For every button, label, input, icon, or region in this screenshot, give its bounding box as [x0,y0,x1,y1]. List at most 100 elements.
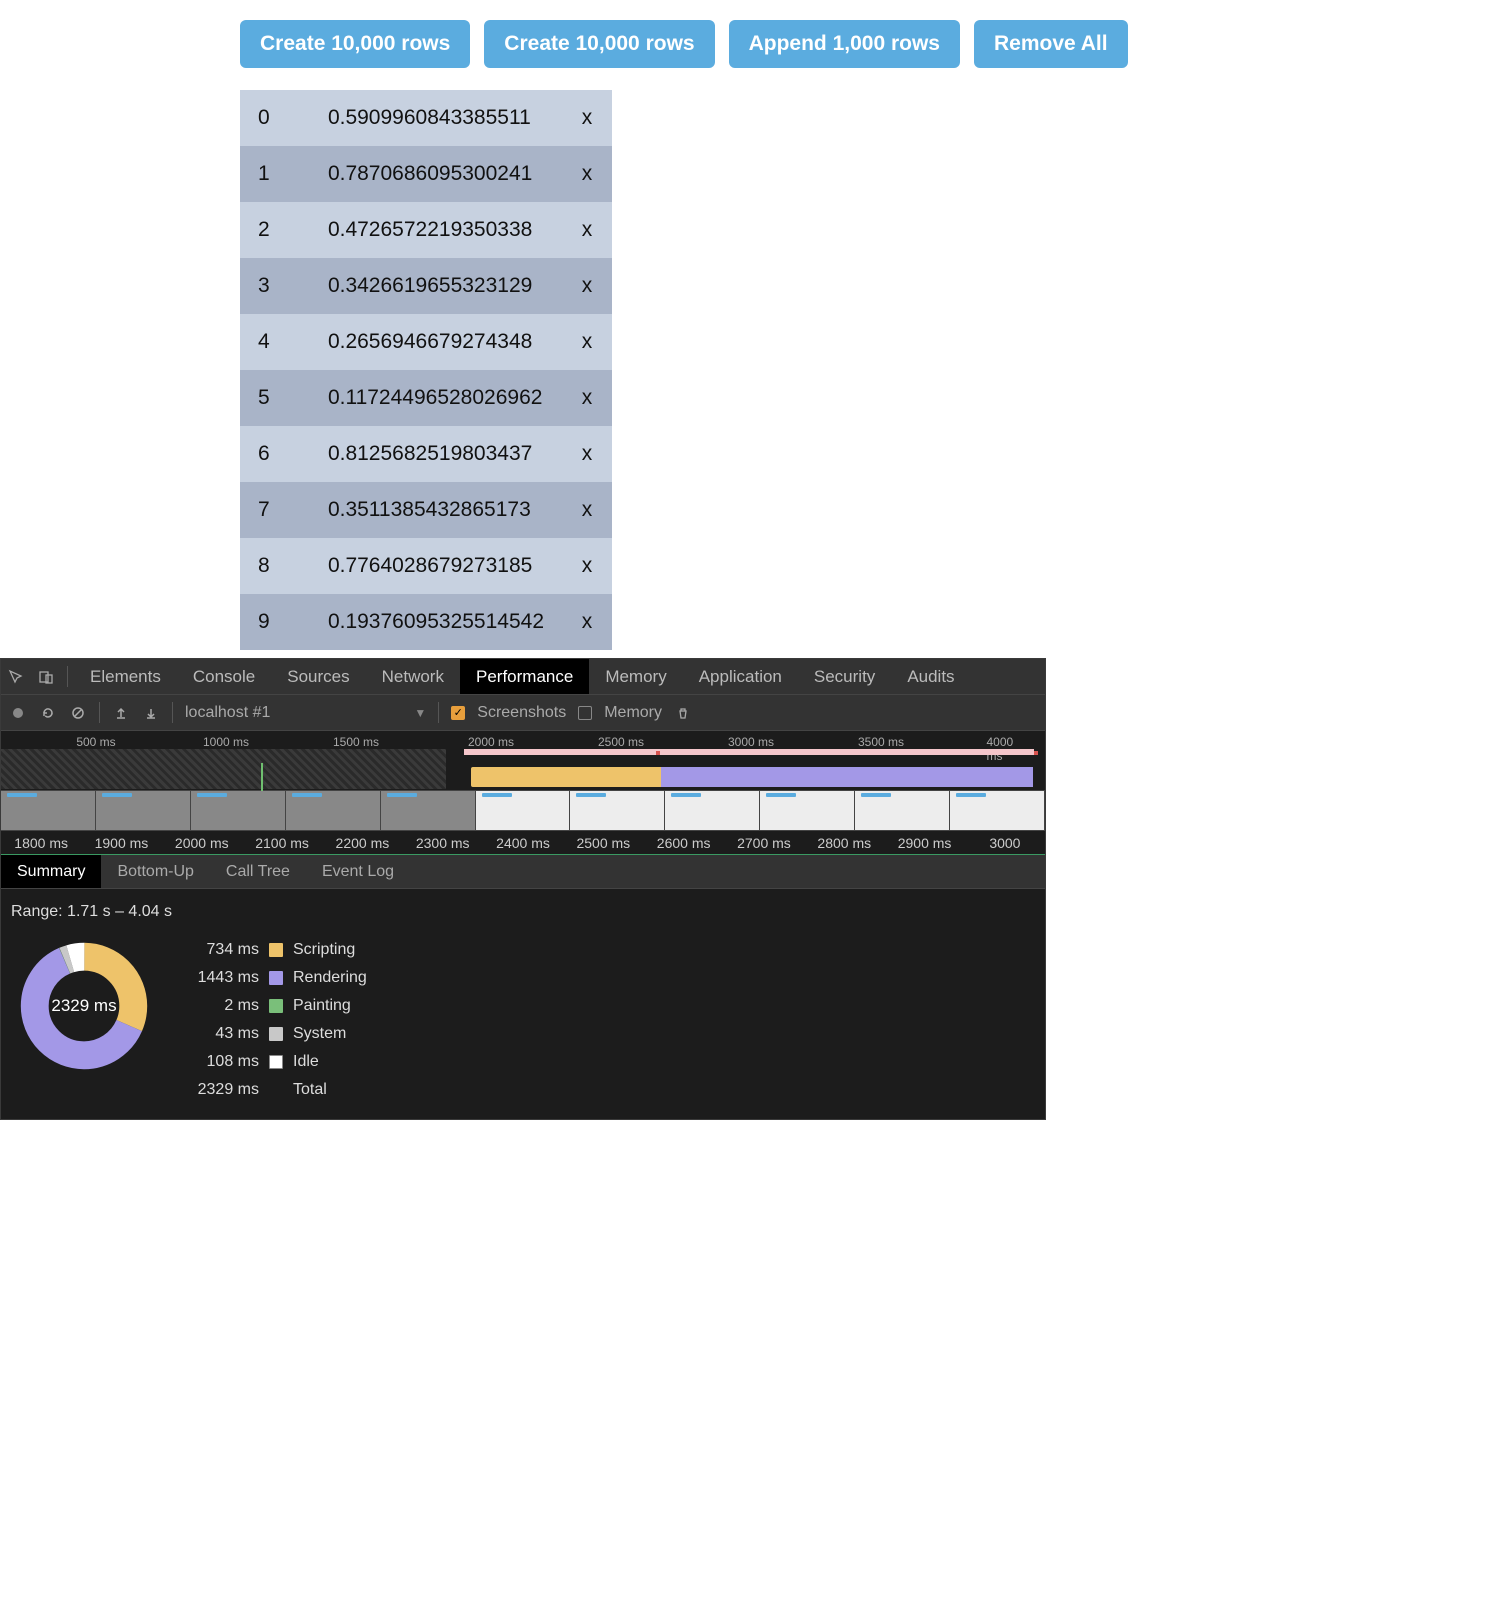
record-icon[interactable] [9,706,27,720]
filmstrip-thumbnail [576,793,606,797]
legend-value: 734 ms [189,941,259,959]
filmstrip-thumbnail [671,793,701,797]
tab-application[interactable]: Application [683,659,798,694]
row-delete-button[interactable]: x [562,482,612,538]
toolbar-separator [438,702,439,723]
overview-tick: 2000 ms [468,735,514,749]
legend-value: 2 ms [189,997,259,1015]
detail-tick: 2100 ms [242,835,322,851]
table-row: 40.2656946679274348x [240,314,612,370]
detail-tick: 2700 ms [724,835,804,851]
row-delete-button[interactable]: x [562,538,612,594]
row-index: 7 [240,482,310,538]
detail-timeline-ruler[interactable]: 1800 ms1900 ms2000 ms2100 ms2200 ms2300 … [1,831,1045,855]
filmstrip-frame [1,791,96,830]
tab-elements[interactable]: Elements [74,659,177,694]
timeline-overview[interactable]: 500 ms1000 ms1500 ms2000 ms2500 ms3000 m… [1,731,1045,791]
tab-memory[interactable]: Memory [589,659,682,694]
detail-tick: 1800 ms [1,835,81,851]
summary-tab-summary[interactable]: Summary [1,855,101,888]
filmstrip-thumbnail [956,793,986,797]
row-index: 8 [240,538,310,594]
tab-console[interactable]: Console [177,659,271,694]
legend-label: Rendering [293,969,367,987]
row-index: 5 [240,370,310,426]
reload-icon[interactable] [39,706,57,720]
summary-tab-call-tree[interactable]: Call Tree [210,855,306,888]
tab-sources[interactable]: Sources [271,659,365,694]
overview-body [1,749,1045,789]
summary-tab-bottom-up[interactable]: Bottom-Up [101,855,209,888]
row-delete-button[interactable]: x [562,314,612,370]
legend-swatch [269,971,283,985]
filmstrip-thumbnail [7,793,37,797]
remove-all-button[interactable]: Remove All [974,20,1128,68]
row-delete-button[interactable]: x [562,90,612,146]
row-delete-button[interactable]: x [562,426,612,482]
performance-toolbar: localhost #1 ▼ ✓ Screenshots Memory [1,695,1045,731]
filmstrip-thumbnail [102,793,132,797]
filmstrip-thumbnail [766,793,796,797]
detail-tick: 2900 ms [884,835,964,851]
devtools-panel: ElementsConsoleSourcesNetworkPerformance… [0,658,1046,1120]
clear-icon[interactable] [69,706,87,720]
profile-select[interactable]: localhost #1 [185,704,270,722]
overview-tick: 500 ms [76,735,115,749]
overview-tick: 3000 ms [728,735,774,749]
row-delete-button[interactable]: x [562,594,612,650]
tab-performance[interactable]: Performance [460,659,589,694]
legend-label: System [293,1025,346,1043]
create-rows-button-2[interactable]: Create 10,000 rows [484,20,714,68]
filmstrip-frame [950,791,1045,830]
profile-dropdown-icon[interactable]: ▼ [414,706,426,720]
tab-audits[interactable]: Audits [891,659,970,694]
filmstrip[interactable] [1,791,1045,831]
filmstrip-thumbnail [197,793,227,797]
row-value: 0.19376095325514542 [310,594,562,650]
tab-security[interactable]: Security [798,659,891,694]
row-value: 0.5909960843385511 [310,90,562,146]
table-row: 30.3426619655323129x [240,258,612,314]
summary-legend: 734 msScripting1443 msRendering2 msPaint… [189,941,367,1099]
filmstrip-frame [476,791,571,830]
save-profile-icon[interactable] [142,706,160,720]
button-row: Create 10,000 rows Create 10,000 rows Ap… [240,20,1492,68]
devtools-tab-bar: ElementsConsoleSourcesNetworkPerformance… [1,659,1045,695]
filmstrip-frame [570,791,665,830]
row-value: 0.4726572219350338 [310,202,562,258]
dom-content-loaded-marker [261,763,263,791]
memory-checkbox[interactable] [578,706,592,720]
filmstrip-frame [760,791,855,830]
legend-row-rendering: 1443 msRendering [189,969,367,987]
gc-icon[interactable] [674,706,692,720]
row-delete-button[interactable]: x [562,202,612,258]
summary-tab-bar: SummaryBottom-UpCall TreeEvent Log [1,855,1045,889]
table-row: 10.7870686095300241x [240,146,612,202]
overview-selection-mask [1,749,446,789]
row-value: 0.8125682519803437 [310,426,562,482]
legend-label: Total [293,1081,327,1099]
row-index: 9 [240,594,310,650]
page-content: Create 10,000 rows Create 10,000 rows Ap… [0,0,1492,658]
row-delete-button[interactable]: x [562,146,612,202]
row-value: 0.3511385432865173 [310,482,562,538]
table-row: 60.8125682519803437x [240,426,612,482]
tab-network[interactable]: Network [366,659,460,694]
append-rows-button[interactable]: Append 1,000 rows [729,20,960,68]
screenshots-checkbox[interactable]: ✓ [451,706,465,720]
table-row: 80.7764028679273185x [240,538,612,594]
legend-swatch [269,943,283,957]
filmstrip-thumbnail [482,793,512,797]
inspect-icon[interactable] [1,659,31,694]
row-delete-button[interactable]: x [562,258,612,314]
load-profile-icon[interactable] [112,706,130,720]
legend-row-scripting: 734 msScripting [189,941,367,959]
row-index: 2 [240,202,310,258]
create-rows-button-1[interactable]: Create 10,000 rows [240,20,470,68]
row-value: 0.2656946679274348 [310,314,562,370]
table-row: 70.3511385432865173x [240,482,612,538]
device-toggle-icon[interactable] [31,659,61,694]
row-value: 0.3426619655323129 [310,258,562,314]
row-delete-button[interactable]: x [562,370,612,426]
summary-tab-event-log[interactable]: Event Log [306,855,410,888]
